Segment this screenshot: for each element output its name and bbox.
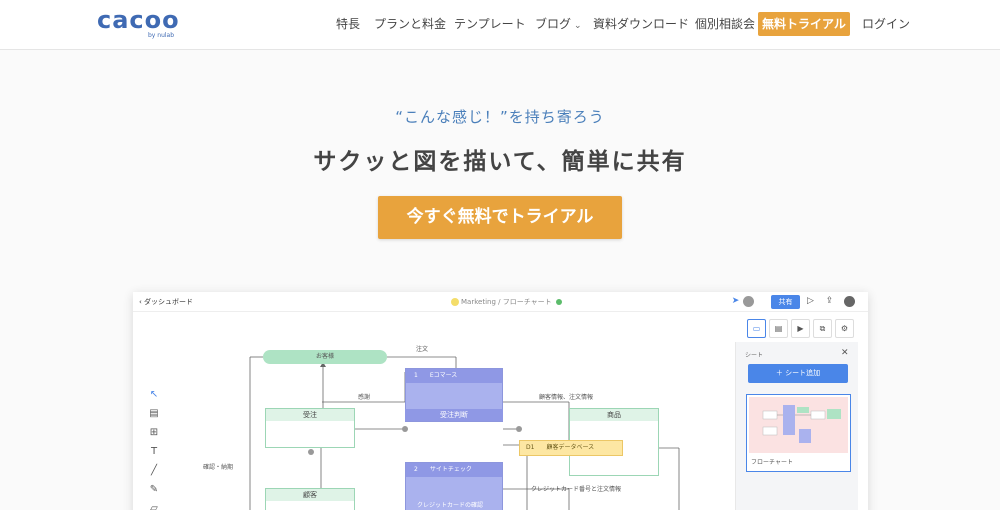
free-trial-button[interactable]: 無料トライアル (758, 12, 850, 36)
close-icon[interactable]: ✕ (841, 348, 849, 358)
add-sheet-button[interactable]: ＋ シート追加 (748, 364, 848, 383)
sticky-note-tool-icon[interactable]: ▱ (147, 499, 161, 510)
sheet-tab-icon[interactable]: ▭ (747, 319, 766, 338)
cacoo-logo[interactable]: cacoo by nulab (97, 8, 180, 39)
order-entity[interactable]: 受注 (265, 408, 355, 448)
nav-blog-label: ブログ (535, 17, 572, 31)
nav-pricing[interactable]: プランと料金 (374, 12, 446, 36)
share-button[interactable]: 共有 (771, 295, 800, 309)
document-title: Marketing / フローチャート (451, 297, 562, 307)
hero-free-trial-button[interactable]: 今すぐ無料でトライアル (378, 196, 622, 239)
folder-icon (451, 298, 459, 306)
chevron-down-icon: ⌄ (574, 21, 582, 31)
product-entity-header: 商品 (570, 409, 658, 421)
text-tool-icon[interactable]: T (147, 442, 161, 461)
left-toolbar: ↖ ▤ ⊞ T ╱ ✎ ▱ (147, 385, 161, 510)
order-edge-label: 注文 (416, 346, 429, 353)
sheet-thumbnail-label: フローチャート (751, 459, 793, 466)
nav-templates[interactable]: テンプレート (454, 12, 526, 36)
site-check-process-header: 2 サイトチェック (406, 463, 502, 477)
confirm-edge-label: 確認・納期 (203, 464, 234, 471)
top-navigation: cacoo by nulab 特長 プランと料金 テンプレート ブログ ⌄ 資料ダ… (0, 0, 1000, 50)
layers-tab-icon[interactable]: ⧉ (813, 319, 832, 338)
card-confirm-label: クレジットカードの確認 (417, 502, 484, 509)
diagram-canvas[interactable]: お客様 注文 感謝 確認・納期 顧客情報、注文情報 1 Eコマース 受注判断 受… (173, 332, 733, 510)
hero-subtitle: “こんな感じ！”を持ち寄ろう (395, 108, 605, 126)
sheet-panel-title: シート (745, 352, 764, 359)
collaborator-avatar (743, 296, 754, 307)
customer-db-store[interactable]: D1 顧客データベース (519, 440, 623, 456)
customer-node[interactable]: お客様 (263, 350, 387, 364)
card-edge-label: クレジットカード番号と注文情報 (531, 486, 622, 493)
document-title-text: Marketing / フローチャート (461, 298, 552, 306)
pen-tool-icon[interactable]: ✎ (147, 480, 161, 499)
shapes-tool-icon[interactable]: ⊞ (147, 423, 161, 442)
dashboard-back-link[interactable]: ‹ ダッシュボード (139, 297, 193, 307)
export-icon[interactable]: ⇪ (824, 296, 835, 307)
app-preview: ‹ ダッシュボード Marketing / フローチャート ➤ 共有 ▷ ⇪ ▭… (133, 292, 868, 510)
nav-downloads[interactable]: 資料ダウンロード (593, 12, 689, 36)
sheet-panel: シート ✕ ＋ シート追加 フローチャート (735, 342, 858, 510)
sheet-thumbnail[interactable]: フローチャート (746, 394, 851, 472)
customer-entity[interactable]: 顧客 (265, 488, 355, 510)
nav-blog[interactable]: ブログ ⌄ (535, 12, 582, 38)
order-entity-header: 受注 (266, 409, 354, 421)
cursor-icon: ➤ (731, 296, 740, 306)
app-topbar: ‹ ダッシュボード Marketing / フローチャート ➤ 共有 ▷ ⇪ (133, 292, 868, 312)
thanks-edge-label: 感謝 (358, 394, 371, 401)
thumbnail-diagram (762, 405, 841, 443)
info-edge-label: 顧客情報、注文情報 (539, 394, 594, 401)
saved-status-icon (555, 299, 562, 305)
video-tab-icon[interactable]: ▶ (791, 319, 810, 338)
select-tool-icon[interactable]: ↖ (147, 385, 161, 404)
order-judge-header: 受注判断 (405, 409, 503, 421)
settings-gear-icon[interactable]: ⚙ (835, 319, 854, 338)
play-icon[interactable]: ▷ (805, 296, 816, 307)
sheet-thumbnail-preview (749, 397, 848, 453)
template-tool-icon[interactable]: ▤ (147, 404, 161, 423)
line-tool-icon[interactable]: ╱ (147, 461, 161, 480)
ecommerce-process-header: 1 Eコマース (406, 369, 502, 383)
comment-tab-icon[interactable]: ▤ (769, 319, 788, 338)
hero-title: サクッと図を描いて、簡単に共有 (313, 149, 687, 175)
user-avatar[interactable] (844, 296, 855, 307)
login-link[interactable]: ログイン (862, 12, 910, 36)
customer-entity-header: 顧客 (266, 489, 354, 501)
nav-consultation[interactable]: 個別相談会 (695, 12, 755, 36)
nav-features[interactable]: 特長 (336, 12, 360, 36)
